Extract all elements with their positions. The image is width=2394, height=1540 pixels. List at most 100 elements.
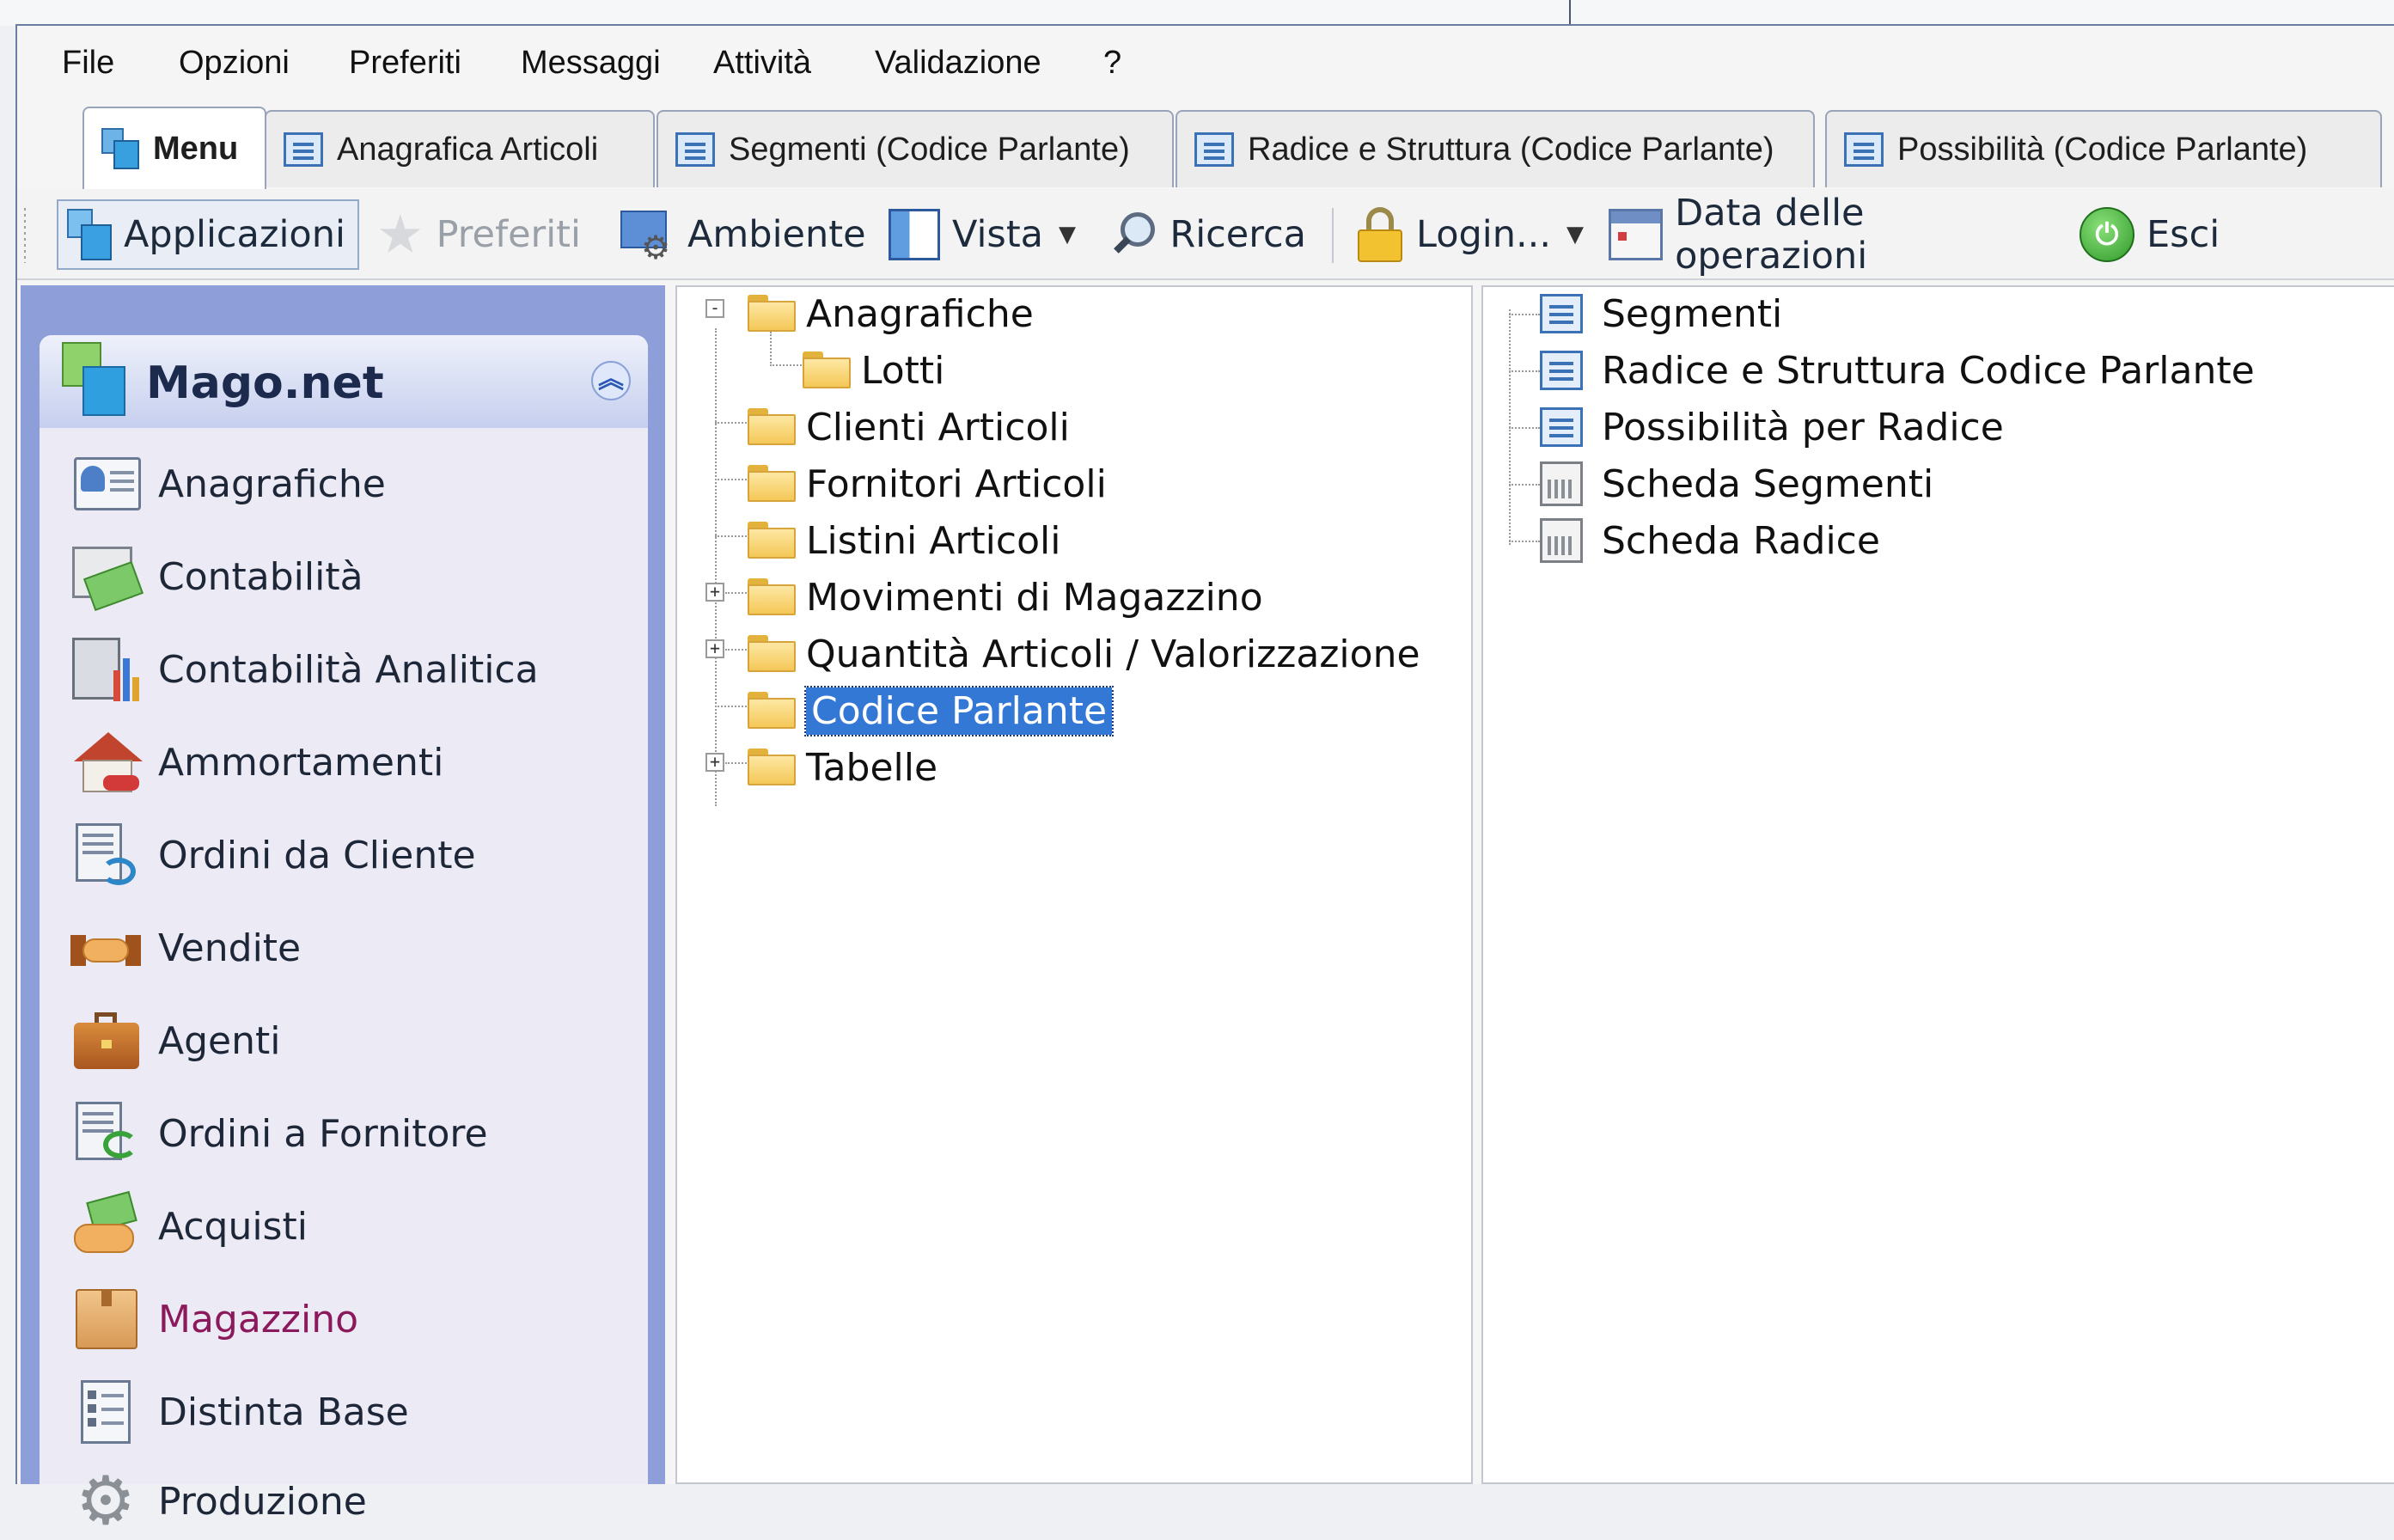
tree-node-codice-parlante[interactable]: Codice Parlante [748, 684, 1115, 737]
ambiente-label: Ambiente [687, 213, 866, 256]
doc-item-possibilita-radice[interactable]: Possibilità per Radice [1540, 400, 2004, 454]
nav-label: Vendite [158, 926, 302, 970]
nav-item-agenti[interactable]: Agenti [69, 1002, 636, 1079]
nav-label: Ordini da Cliente [158, 833, 476, 877]
nav-item-contabilita-analitica[interactable]: Contabilità Analitica [69, 631, 636, 708]
applicazioni-button[interactable]: Applicazioni [57, 199, 359, 270]
purchase-money-icon [69, 1189, 143, 1263]
collapse-up-icon[interactable]: ︽ [591, 361, 631, 400]
nav-item-ammortamenti[interactable]: Ammortamenti [69, 724, 636, 801]
form-icon [1844, 132, 1884, 167]
nav-item-ordini-cliente[interactable]: Ordini da Cliente [69, 816, 636, 894]
mago-logo-icon [62, 342, 125, 416]
nav-label: Ordini a Fornitore [158, 1111, 488, 1156]
login-button[interactable]: Login... ▼ [1347, 199, 1598, 270]
power-icon: ⏻ [2079, 207, 2134, 262]
mago-header[interactable]: Mago.net ︽ [40, 335, 648, 428]
vista-button[interactable]: Vista ▼ [880, 199, 1095, 270]
chevron-down-icon: ▼ [1059, 222, 1077, 248]
menu-preferiti[interactable]: Preferiti [337, 41, 473, 84]
tree-expand-toggle[interactable]: + [705, 753, 724, 772]
nav-label: Contabilità Analitica [158, 647, 539, 692]
handshake-icon [69, 911, 143, 985]
doc-item-scheda-segmenti[interactable]: Scheda Segmenti [1540, 457, 1933, 510]
ledger-money-icon [69, 540, 144, 614]
customer-order-icon [69, 818, 143, 892]
nav-item-vendite[interactable]: Vendite [69, 909, 636, 987]
menu-tree: - Anagrafiche Lotti Clienti Articoli For… [675, 285, 1473, 1484]
folder-icon [803, 351, 851, 389]
contact-card-icon [69, 447, 143, 521]
nav-item-distinta-base[interactable]: Distinta Base [69, 1373, 636, 1451]
report-icon [1540, 461, 1583, 506]
form-icon [1540, 351, 1583, 390]
menu-opzioni[interactable]: Opzioni [167, 41, 302, 84]
document-tab-strip: Menu Anagrafica Articoli Segmenti (Codic… [17, 100, 2394, 191]
tree-node-clienti-articoli[interactable]: Clienti Articoli [748, 400, 1070, 454]
tree-collapse-toggle[interactable]: - [705, 299, 724, 318]
menu-file[interactable]: File [50, 41, 126, 84]
tree-node-anagrafiche[interactable]: Anagrafiche [748, 287, 1034, 340]
doc-item-label: Possibilità per Radice [1602, 405, 2004, 449]
search-icon [1108, 207, 1157, 262]
form-icon [675, 132, 715, 167]
tab-menu[interactable]: Menu [82, 107, 266, 189]
tree-node-quantita-articoli[interactable]: Quantità Articoli / Valorizzazione [748, 627, 1420, 681]
tree-node-lotti[interactable]: Lotti [803, 344, 944, 397]
tree-node-tabelle[interactable]: Tabelle [748, 741, 937, 794]
menu-attivita[interactable]: Attività [701, 41, 823, 84]
tree-line [770, 364, 804, 366]
nav-item-ordini-fornitore[interactable]: Ordini a Fornitore [69, 1095, 636, 1172]
tab-label: Radice e Struttura (Codice Parlante) [1248, 131, 1774, 168]
app-window: File Opzioni Preferiti Messaggi Attività… [15, 24, 2394, 1538]
data-operazioni-button[interactable]: Data delle operazioni [1600, 192, 2071, 278]
doc-item-label: Radice e Struttura Codice Parlante [1602, 348, 2255, 393]
nav-label: Anagrafiche [158, 461, 386, 506]
tree-line [725, 762, 749, 764]
doc-item-radice-struttura[interactable]: Radice e Struttura Codice Parlante [1540, 344, 2255, 397]
vista-label: Vista [952, 213, 1044, 256]
nav-item-anagrafiche[interactable]: Anagrafiche [69, 445, 636, 522]
briefcase-icon [69, 1004, 143, 1078]
tree-line [715, 479, 749, 480]
esci-button[interactable]: ⏻ Esci [2071, 199, 2234, 270]
toolbar-grip [24, 208, 26, 263]
calendar-icon [1609, 209, 1664, 260]
ricerca-label: Ricerca [1170, 213, 1306, 256]
box-icon [69, 1282, 143, 1356]
tree-expand-toggle[interactable]: + [705, 639, 724, 658]
tree-node-movimenti-magazzino[interactable]: Movimenti di Magazzino [748, 571, 1263, 624]
doc-item-scheda-radice[interactable]: Scheda Radice [1540, 514, 1880, 567]
tab-anagrafica-articoli[interactable]: Anagrafica Articoli [265, 110, 655, 187]
tree-expand-toggle[interactable]: + [705, 583, 724, 602]
desktop-divider [1569, 0, 1571, 26]
menu-help[interactable]: ? [1091, 41, 1133, 84]
doc-item-segmenti[interactable]: Segmenti [1540, 287, 1782, 340]
preferiti-button[interactable]: ★ Preferiti [368, 199, 607, 270]
tree-node-fornitori-articoli[interactable]: Fornitori Articoli [748, 457, 1107, 510]
view-layout-icon [889, 209, 940, 260]
nav-item-magazzino[interactable]: Magazzino [69, 1280, 636, 1358]
ambiente-button[interactable]: ⚙ Ambiente [612, 199, 875, 270]
menu-icon [101, 128, 139, 169]
tab-segmenti[interactable]: Segmenti (Codice Parlante) [657, 110, 1174, 187]
nav-label: Acquisti [158, 1204, 308, 1249]
nav-item-produzione[interactable]: ⚙ Produzione [69, 1463, 636, 1540]
tree-line [725, 592, 749, 594]
star-icon: ★ [376, 203, 424, 266]
nav-label: Distinta Base [158, 1390, 409, 1434]
nav-label: Produzione [158, 1479, 367, 1524]
nav-item-acquisti[interactable]: Acquisti [69, 1188, 636, 1265]
tab-label: Menu [153, 130, 239, 167]
tab-radice-struttura[interactable]: Radice e Struttura (Codice Parlante) [1176, 110, 1815, 187]
ricerca-button[interactable]: Ricerca [1100, 199, 1315, 270]
tree-node-listini-articoli[interactable]: Listini Articoli [748, 514, 1060, 567]
nav-label: Contabilità [158, 554, 363, 599]
tab-possibilita[interactable]: Possibilità (Codice Parlante) [1825, 110, 2382, 187]
tree-node-label: Clienti Articoli [806, 405, 1070, 449]
menu-messaggi[interactable]: Messaggi [509, 41, 673, 84]
applications-list: Mago.net ︽ Anagrafiche Contabilità Conta… [40, 335, 648, 1538]
nav-item-contabilita[interactable]: Contabilità [69, 538, 636, 615]
lock-icon [1356, 207, 1404, 262]
menu-validazione[interactable]: Validazione [863, 41, 1053, 84]
